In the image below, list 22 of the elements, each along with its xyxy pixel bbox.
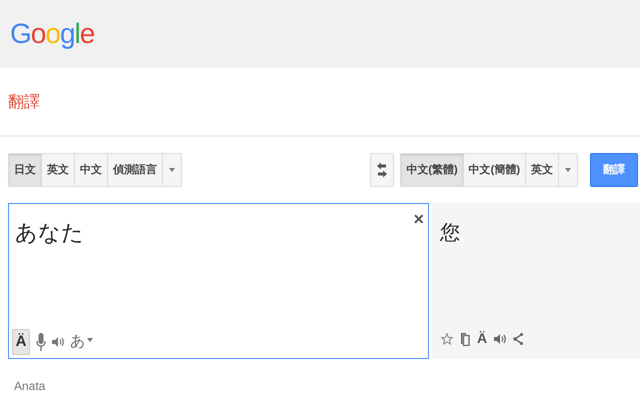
translated-text: 您 [439, 221, 461, 246]
swap-languages-button[interactable] [370, 153, 394, 187]
speaker-icon[interactable] [52, 336, 64, 348]
star-icon[interactable] [441, 332, 453, 344]
source-text[interactable]: あなた [15, 216, 84, 249]
caret-icon [169, 168, 175, 172]
swap-icon [376, 162, 388, 178]
copy-icon[interactable] [460, 332, 470, 346]
speaker-icon[interactable] [494, 332, 506, 344]
accent-key-button[interactable]: Ä [477, 328, 488, 349]
caret-icon[interactable] [87, 338, 93, 342]
language-tab[interactable]: 日文 [9, 154, 42, 186]
page-title: 翻譯 [8, 92, 40, 113]
share-icon[interactable] [513, 332, 524, 344]
romanization-text: Anata [13, 378, 46, 395]
microphone-icon[interactable] [36, 333, 46, 351]
clear-button[interactable]: × [413, 210, 424, 228]
input-tools-button[interactable]: あ [70, 330, 85, 354]
caret-icon [565, 168, 571, 172]
accent-key-button[interactable]: Ä [12, 329, 30, 355]
language-tab[interactable]: 中文(繁體) [401, 154, 464, 186]
source-text-field[interactable]: あなた × Ä あ [8, 203, 429, 359]
